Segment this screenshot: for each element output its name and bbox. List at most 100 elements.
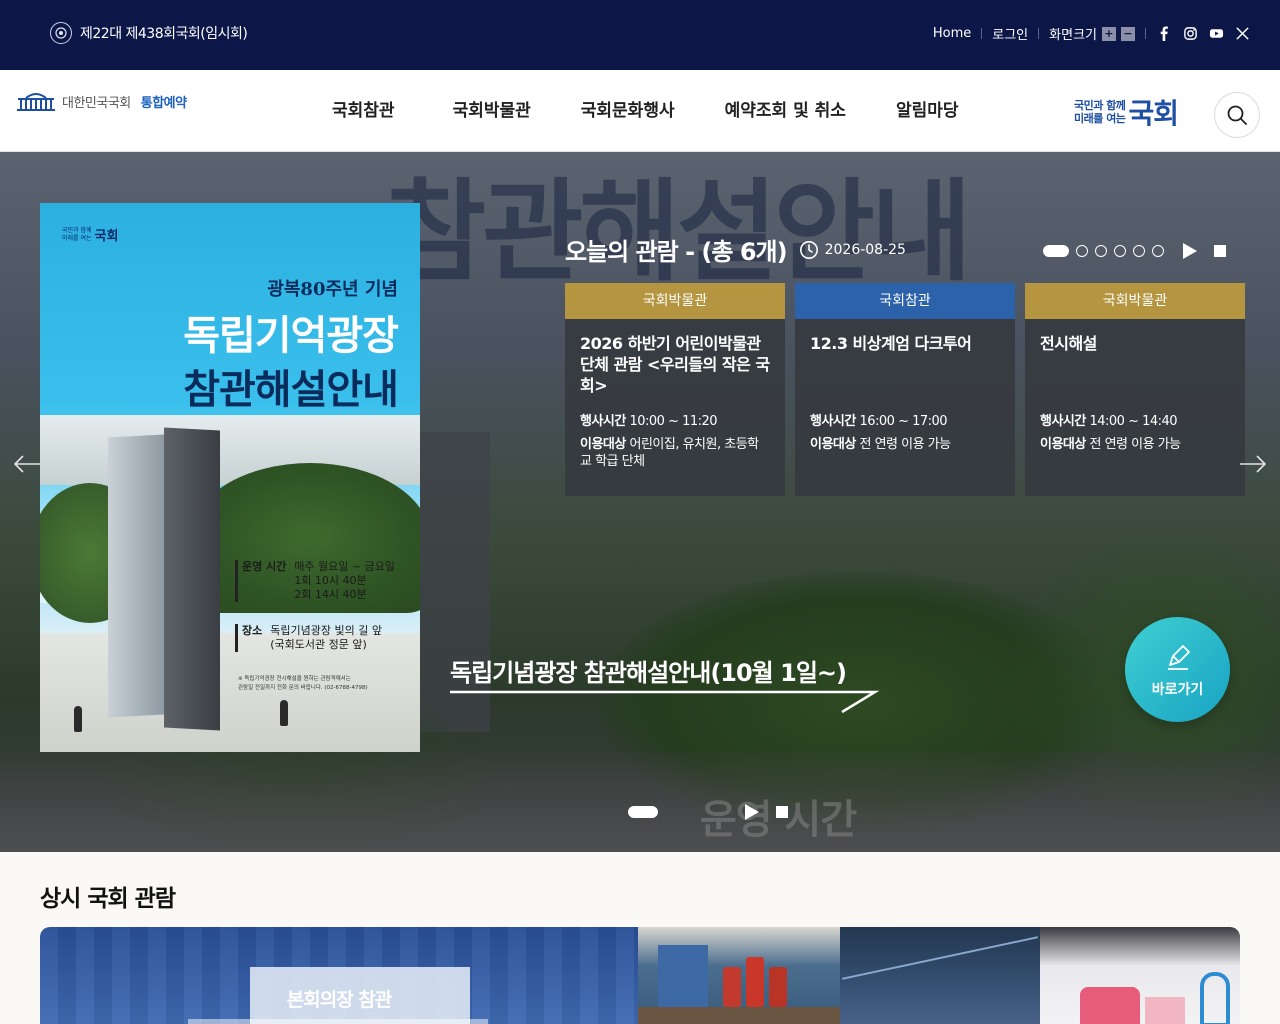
card-meta: 행사시간 14:00 ~ 14:40 이용대상 전 연령 이용 가능 [1025, 399, 1245, 453]
slogan-line-2: 미래를 여는 [1074, 112, 1126, 125]
section-title: 상시 국회 관람 [40, 886, 176, 912]
tile-exhibit[interactable] [840, 927, 1040, 1024]
card-pager-dot[interactable] [1095, 245, 1107, 257]
poster-note: ※ 독립기억광장 전시해설을 원하는 관람객께서는 관람일 전일까지 전화 문의… [238, 676, 368, 691]
event-target: 전 연령 이용 가능 [859, 437, 951, 452]
prev-arrow-icon[interactable] [12, 449, 42, 479]
tile-kids-arch [1200, 972, 1230, 1024]
nav-culture-events[interactable]: 국회문화행사 [581, 96, 675, 121]
event-time: 10:00 ~ 11:20 [629, 414, 718, 429]
card-pager-dot[interactable] [1043, 245, 1069, 257]
card-pager-dot[interactable] [1152, 245, 1164, 257]
banner-pager [628, 804, 788, 820]
assembly-emblem-icon [50, 22, 72, 44]
slogan-logo: 국민과 함께 미래를 여는 국회 [1074, 92, 1179, 132]
today-date: 2026-08-25 [824, 241, 906, 258]
play-icon[interactable] [1183, 243, 1197, 259]
slogan-small: 국민과 함께 미래를 여는 [1074, 99, 1126, 125]
login-link[interactable]: 로그인 [992, 24, 1028, 43]
poster-person [74, 706, 82, 732]
time-label: 행사시간 [580, 414, 626, 429]
logo-name: 대한민국국회 [62, 95, 131, 111]
caption-arrow-line [450, 690, 880, 714]
poster-logo-small: 국민과 함께 미래를 여는 [62, 226, 92, 242]
card-category: 국회박물관 [565, 283, 785, 319]
utility-links: Home 로그인 화면크기 + − [933, 24, 1250, 43]
tile-chair [769, 967, 787, 1007]
target-label: 이용대상 [1040, 437, 1086, 452]
poster-info: 운영 시간 매주 월요일 ~ 금요일 1회 10시 40분 2회 14시 40분… [235, 560, 395, 658]
poster-monument-left [108, 434, 164, 718]
target-label: 이용대상 [580, 437, 626, 452]
card-pager-dot[interactable] [1114, 245, 1126, 257]
time-label: 행사시간 [810, 414, 856, 429]
next-arrow-icon[interactable] [1238, 449, 1268, 479]
search-button[interactable] [1214, 92, 1260, 138]
tile-chair [723, 967, 741, 1007]
card-category: 국회박물관 [1025, 283, 1245, 319]
x-icon[interactable] [1234, 26, 1250, 42]
event-card[interactable]: 국회박물관 2026 하반기 어린이박물관 단체 관람 <우리들의 작은 국회>… [565, 283, 785, 496]
font-decrease-button[interactable]: − [1121, 26, 1135, 41]
poster-title-2: 참관해설안내 [183, 366, 399, 413]
tile-desk [638, 1007, 840, 1024]
search-icon [1227, 105, 1247, 125]
font-increase-button[interactable]: + [1102, 26, 1116, 41]
poster-place-label: 장소 [235, 624, 262, 652]
poster-logo-big: 국회 [94, 229, 119, 244]
tile-plenary-hall[interactable]: 본회의장 참관 [40, 927, 638, 1024]
tile-wall-panel [658, 945, 708, 1015]
event-time: 16:00 ~ 17:00 [859, 414, 948, 429]
tile-subtitle-cropped [188, 1019, 488, 1024]
card-meta: 행사시간 16:00 ~ 17:00 이용대상 전 연령 이용 가능 [795, 399, 1015, 453]
banner-caption[interactable]: 독립기념광장 참관해설안내(10월 1일~) [450, 653, 847, 688]
banner-pager-dot[interactable] [628, 806, 658, 818]
youtube-icon[interactable] [1208, 26, 1224, 42]
card-meta: 행사시간 10:00 ~ 11:20 이용대상 어린이집, 유치원, 초등학교 … [565, 399, 785, 470]
nav-visit[interactable]: 국회참관 [332, 96, 395, 121]
tile-kids-structure [1145, 997, 1185, 1024]
event-target: 전 연령 이용 가능 [1089, 437, 1181, 452]
play-icon[interactable] [745, 804, 759, 820]
instagram-icon[interactable] [1182, 26, 1198, 42]
home-link[interactable]: Home [933, 26, 971, 41]
slogan-big: 국회 [1128, 97, 1179, 130]
card-title: 전시해설 [1040, 334, 1097, 353]
slogan-line-1: 국민과 함께 [1074, 99, 1126, 112]
site-logo[interactable]: 대한민국국회 통합예약 [16, 90, 187, 112]
background-bottom [0, 752, 1280, 852]
card-title: 2026 하반기 어린이박물관 단체 관람 <우리들의 작은 국회> [580, 334, 770, 395]
time-label: 행사시간 [1040, 414, 1086, 429]
tile-kids-museum[interactable] [1040, 927, 1240, 1024]
event-card[interactable]: 국회참관 12.3 비상계엄 다크투어 행사시간 16:00 ~ 17:00 이… [795, 283, 1015, 496]
event-poster[interactable]: 국민과 함께 미래를 여는 국회 광복80주년 기념 독립기억광장 참관해설안내… [40, 203, 420, 752]
visit-tiles: 본회의장 참관 [40, 927, 1240, 1024]
poster-title-1: 독립기억광장 [183, 312, 399, 359]
divider [1145, 28, 1146, 39]
divider [981, 28, 983, 39]
card-title: 12.3 비상계엄 다크투어 [810, 334, 972, 353]
poster-place: 독립기념광장 빛의 길 앞 (국회도서관 정문 앞) [270, 624, 382, 651]
today-visits-title: 오늘의 관람 - (총 6개) [565, 238, 788, 266]
today-visits-header: 오늘의 관람 - (총 6개) 2026-08-25 [565, 232, 906, 267]
quick-link-button[interactable]: 바로가기 [1125, 617, 1230, 722]
social-links [1156, 26, 1250, 42]
nav-notice[interactable]: 알림마당 [896, 96, 959, 121]
poster-hours: 매주 월요일 ~ 금요일 1회 10시 40분 2회 14시 40분 [294, 560, 395, 601]
stop-icon[interactable] [776, 806, 788, 818]
facebook-icon[interactable] [1156, 26, 1172, 42]
top-utility-bar: 제22대 제438회국회(임시회) Home 로그인 화면크기 + − [0, 0, 1280, 70]
divider [1038, 28, 1040, 39]
card-pager-dot[interactable] [1076, 245, 1088, 257]
tile-museum-room[interactable] [638, 927, 840, 1024]
pencil-icon [1167, 644, 1190, 670]
stop-icon[interactable] [1214, 245, 1226, 257]
tile-light-line [841, 936, 1039, 980]
card-pager-dot[interactable] [1133, 245, 1145, 257]
poster-hours-label: 운영 시간 [235, 560, 286, 602]
main-navigation: 국회참관 국회박물관 국회문화행사 예약조회 및 취소 알림마당 [300, 96, 959, 121]
event-card[interactable]: 국회박물관 전시해설 행사시간 14:00 ~ 14:40 이용대상 전 연령 … [1025, 283, 1245, 496]
nav-museum[interactable]: 국회박물관 [453, 96, 531, 121]
nav-reservation-lookup[interactable]: 예약조회 및 취소 [725, 96, 846, 121]
clock-icon [799, 240, 818, 259]
